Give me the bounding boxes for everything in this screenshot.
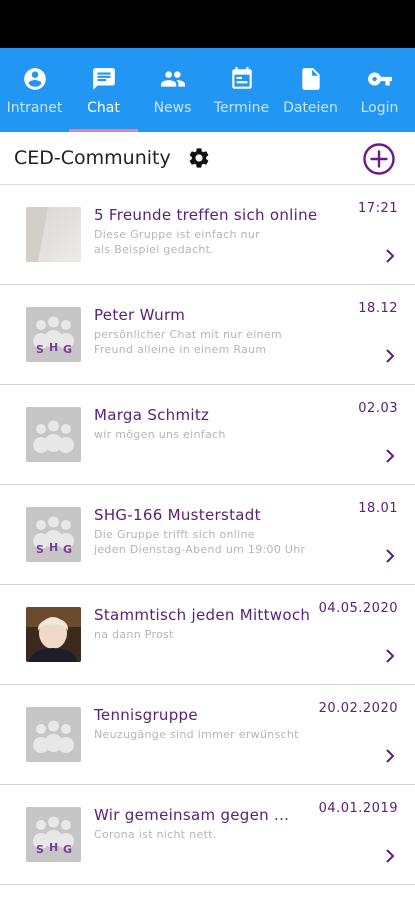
tab-label: News	[153, 100, 192, 116]
chat-timestamp: 18.01	[358, 501, 398, 516]
svg-text:G: G	[63, 843, 72, 856]
chat-avatar	[26, 607, 81, 662]
chat-description: wir mögen uns einfach	[94, 428, 226, 441]
chat-name: Marga Schmitz	[94, 406, 210, 424]
svg-text:S: S	[36, 543, 44, 556]
tab-label: Login	[360, 100, 399, 116]
chat-timestamp: 18.12	[358, 301, 398, 316]
chat-list-item[interactable]: S H G SHG-166 Musterstadt Die Gruppe trifft …	[0, 485, 415, 585]
chevron-right-icon[interactable]	[384, 848, 396, 864]
chat-avatar	[26, 707, 81, 762]
chat-timestamp: 20.02.2020	[318, 701, 398, 716]
chat-list-item[interactable]: Tennisgruppe Neuzugänge sind immer erwüns…	[0, 685, 415, 785]
svg-text:H: H	[49, 341, 58, 354]
account-circle-icon	[23, 68, 46, 90]
chat-description: Diese Gruppe ist einfach nur als Beispie…	[94, 228, 260, 256]
chat-list-item[interactable]: S H G Peter Wurm persönlicher Chat mit nur e…	[0, 285, 415, 385]
chat-avatar	[26, 407, 81, 462]
chat-list: 5 Freunde treffen sich online Diese Grupp…	[0, 185, 415, 885]
tab-dateien[interactable]: Dateien	[276, 48, 345, 132]
svg-text:S: S	[36, 843, 44, 856]
group-photo-icon	[26, 207, 81, 262]
chevron-right-icon[interactable]	[384, 448, 396, 464]
chat-name: Wir gemeinsam gegen ...	[94, 806, 290, 824]
chat-avatar: SHG	[26, 507, 81, 562]
group-shg-icon: SHG	[26, 507, 81, 562]
chevron-right-icon[interactable]	[384, 348, 396, 364]
chevron-right-icon[interactable]	[384, 648, 396, 664]
group-shg-icon: SHG	[26, 307, 81, 362]
svg-text:G: G	[63, 543, 72, 556]
chat-description: persönlicher Chat mit nur einem Freund a…	[94, 328, 282, 356]
svg-text:H: H	[49, 541, 58, 554]
gear-icon[interactable]	[187, 146, 211, 170]
tab-label: Termine	[213, 100, 270, 116]
tab-label: Dateien	[283, 100, 338, 116]
chat-avatar: SHG	[26, 307, 81, 362]
tab-intranet[interactable]: Intranet	[0, 48, 69, 132]
chat-timestamp: 02.03	[358, 401, 398, 416]
file-icon	[301, 68, 320, 90]
page-title: CED-Community	[14, 147, 171, 169]
group-shg-icon: SHG	[26, 807, 81, 862]
chat-name: Peter Wurm	[94, 306, 186, 324]
tab-news[interactable]: News	[138, 48, 207, 132]
chat-list-item[interactable]: Stammtisch jeden Mittwoch na dann Prost 04…	[0, 585, 415, 685]
tab-login[interactable]: Login	[345, 48, 414, 132]
calendar-icon	[231, 67, 252, 89]
svg-text:S: S	[36, 343, 44, 356]
chat-description: Die Gruppe trifft sich online jeden Dien…	[94, 528, 306, 556]
chat-name: Tennisgruppe	[94, 706, 198, 724]
page-header: CED-Community	[0, 132, 415, 185]
chat-name: 5 Freunde treffen sich online	[94, 206, 318, 224]
chat-description: Neuzugänge sind immer erwünscht	[94, 728, 299, 741]
chat-list-item[interactable]: S H G Wir gemeinsam gegen ... Corona ist nic…	[0, 785, 415, 885]
tab-label: Chat	[87, 100, 120, 116]
app-screen: Intranet Chat News Termine Dateien Login…	[0, 48, 415, 900]
chat-timestamp: 04.05.2020	[318, 601, 398, 616]
person-photo-icon	[26, 607, 81, 662]
chevron-right-icon[interactable]	[384, 748, 396, 764]
chat-timestamp: 17:21	[358, 201, 398, 216]
chevron-right-icon[interactable]	[384, 248, 396, 264]
chat-name: SHG-166 Musterstadt	[94, 506, 261, 524]
chat-list-item[interactable]: 5 Freunde treffen sich online Diese Grupp…	[0, 185, 415, 285]
tab-chat[interactable]: Chat	[69, 48, 138, 132]
home-indicator[interactable]	[135, 885, 280, 890]
tab-label: Intranet	[6, 100, 63, 116]
key-icon	[367, 72, 392, 86]
chat-description: Corona ist nicht nett.	[94, 828, 217, 841]
chat-name: Stammtisch jeden Mittwoch	[94, 606, 311, 624]
add-chat-button[interactable]	[363, 143, 395, 175]
chat-timestamp: 04.01.2019	[318, 801, 398, 816]
chat-avatar: SHG	[26, 807, 81, 862]
svg-text:H: H	[49, 841, 58, 854]
chat-icon	[92, 68, 115, 90]
chat-avatar	[26, 207, 81, 262]
tab-termine[interactable]: Termine	[207, 48, 276, 132]
group-icon	[26, 407, 81, 462]
people-icon	[160, 71, 185, 87]
group-icon	[26, 707, 81, 762]
chevron-right-icon[interactable]	[384, 548, 396, 564]
chat-description: na dann Prost	[94, 628, 174, 641]
chat-list-item[interactable]: Marga Schmitz wir mögen uns einfach 02.03	[0, 385, 415, 485]
tab-bar: Intranet Chat News Termine Dateien Login	[0, 48, 415, 132]
svg-text:G: G	[63, 343, 72, 356]
